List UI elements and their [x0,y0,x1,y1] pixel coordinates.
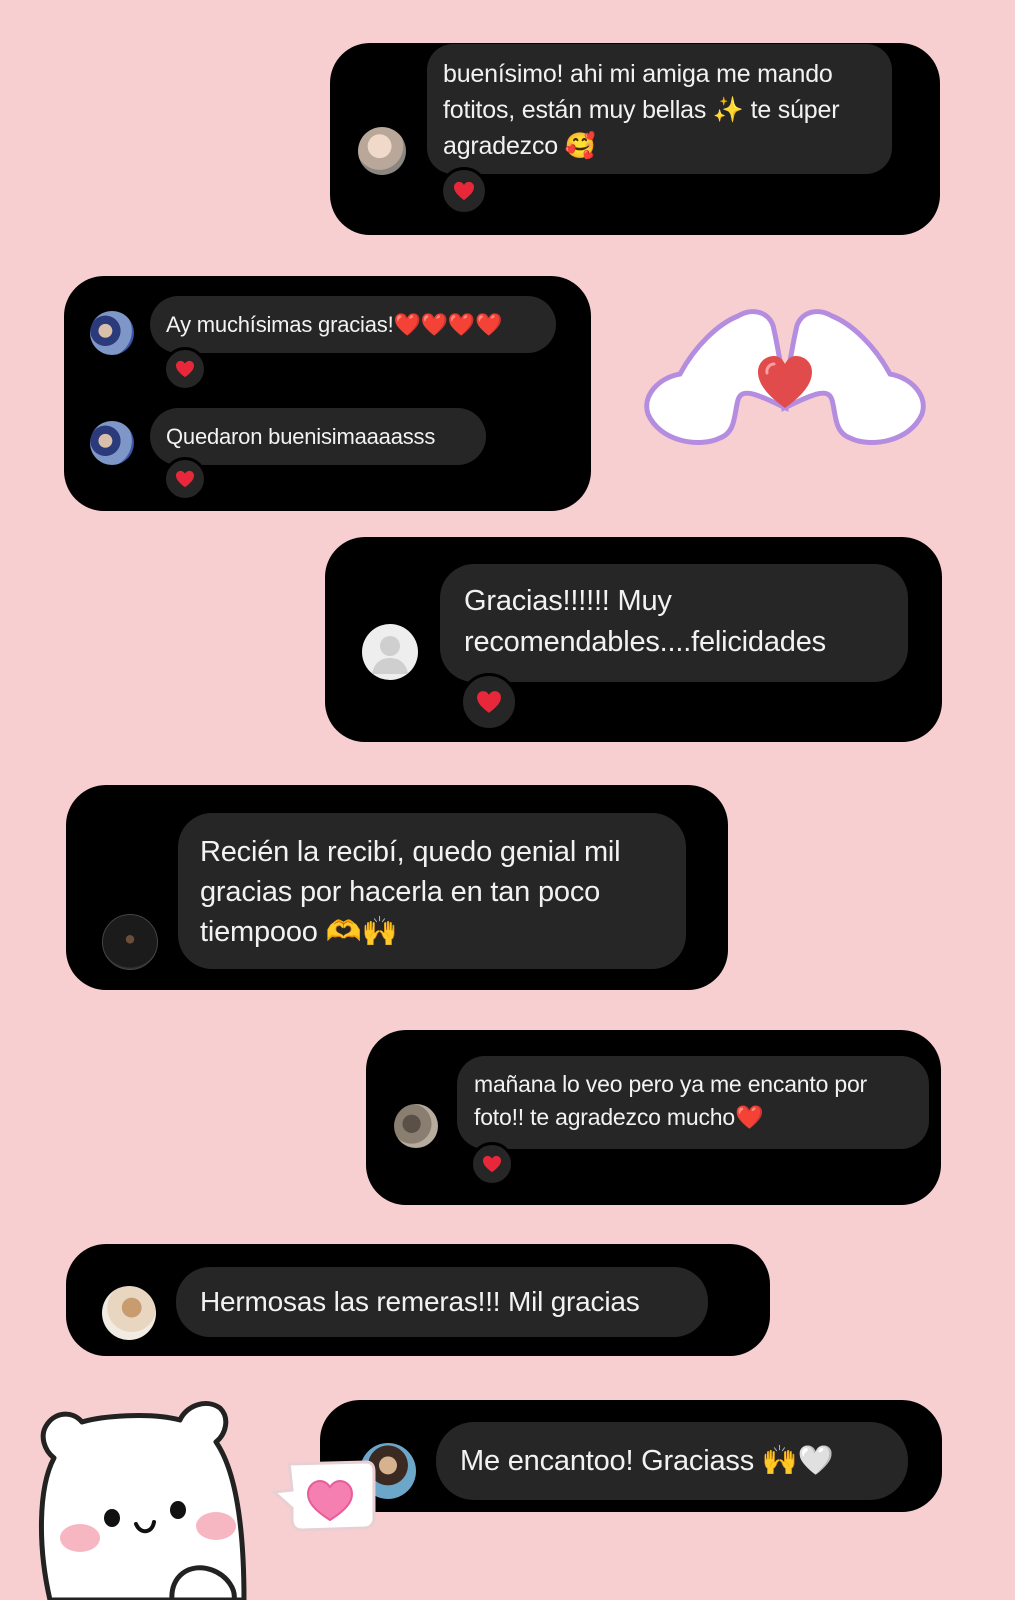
heart-reaction-icon[interactable] [440,167,488,215]
avatar[interactable] [102,914,158,970]
message-bubble[interactable]: Me encantoo! Graciass 🙌🤍 [436,1422,908,1500]
message-bubble[interactable]: Gracias!!!!!! Muy recomendables....felic… [440,564,908,682]
avatar[interactable] [358,127,406,175]
message-bubble[interactable]: Ay muchísimas gracias!❤️❤️❤️❤️ [150,296,556,353]
heart-reaction-icon[interactable] [163,457,207,501]
heart-speech-bubble-sticker [270,1460,376,1532]
heart-reaction-icon[interactable] [460,673,518,731]
heart-reaction-icon[interactable] [163,347,207,391]
avatar[interactable] [90,311,134,355]
message-bubble[interactable]: buenísimo! ahi mi amiga me mando fotitos… [427,44,892,174]
heart-reaction-icon[interactable] [470,1142,514,1186]
message-bubble[interactable]: Quedaron buenisimaaaasss [150,408,486,465]
heart-hands-sticker [644,309,926,446]
message-bubble[interactable]: Recién la recibí, quedo genial mil graci… [178,813,686,969]
message-bubble[interactable]: mañana lo veo pero ya me encanto por fot… [457,1056,929,1149]
white-bear-sticker [38,1401,247,1600]
default-avatar-icon[interactable] [362,624,418,680]
avatar[interactable] [394,1104,438,1148]
avatar[interactable] [90,421,134,465]
avatar[interactable] [102,1286,156,1340]
message-bubble[interactable]: Hermosas las remeras!!! Mil gracias [176,1267,708,1337]
